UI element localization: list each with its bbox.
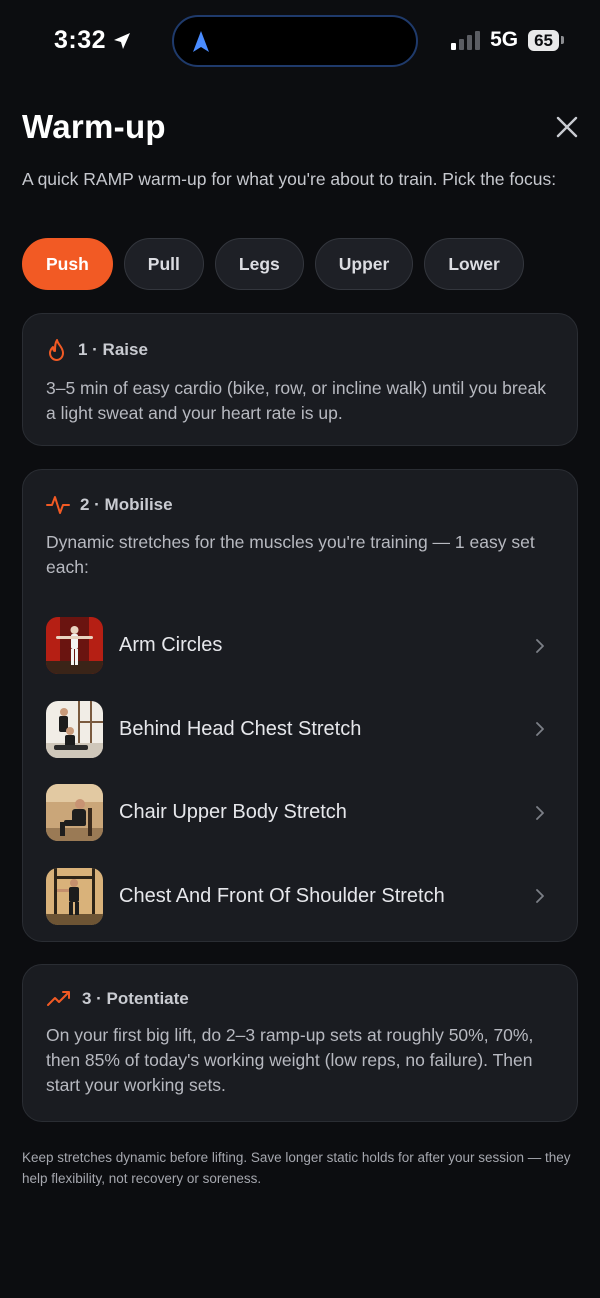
exercise-thumbnail: [46, 867, 103, 925]
navigation-icon: [193, 31, 209, 52]
exercise-thumbnail: [46, 784, 103, 842]
exercise-name: Arm Circles: [119, 634, 223, 657]
battery-icon: 65: [528, 29, 564, 51]
chip-pull[interactable]: Pull: [123, 238, 204, 290]
exercise-row-chest-and-front-of-shoulder-stretch[interactable]: Chest And Front Of Shoulder Stretch: [46, 855, 555, 939]
chip-push[interactable]: Push: [22, 238, 113, 290]
potentiate-header: 3 · Potentiate: [46, 989, 555, 1009]
raise-card: 1 · Raise 3–5 min of easy cardio (bike, …: [22, 313, 578, 446]
chevron-right-icon: [536, 638, 544, 653]
chevron-right-icon: [536, 889, 544, 904]
status-time-text: 3:32: [54, 26, 107, 54]
network-label: 5G: [490, 28, 519, 51]
footnote: Keep stretches dynamic before lifting. S…: [22, 1150, 571, 1186]
dynamic-island: [172, 15, 418, 67]
exercise-name: Behind Head Chest Stretch: [119, 717, 362, 740]
battery-level: 65: [528, 29, 559, 51]
flame-icon: [49, 339, 64, 361]
chevron-right-icon: [536, 722, 544, 737]
focus-chip-group: Push Pull Legs Upper Lower: [22, 238, 524, 290]
exercise-row-behind-head-chest-stretch[interactable]: Behind Head Chest Stretch: [46, 688, 555, 772]
potentiate-title: 3 · Potentiate: [82, 989, 189, 1008]
close-icon[interactable]: [553, 113, 581, 141]
exercise-thumbnail: [46, 617, 103, 675]
mobilise-card: 2 · Mobilise Dynamic stretches for the m…: [22, 469, 578, 942]
chip-legs[interactable]: Legs: [214, 238, 304, 290]
page-subtitle: A quick RAMP warm-up for what you're abo…: [22, 169, 557, 189]
exercise-row-chair-upper-body-stretch[interactable]: Chair Upper Body Stretch: [46, 771, 555, 855]
raise-title: 1 · Raise: [78, 340, 148, 359]
mobilise-header: 2 · Mobilise: [46, 494, 555, 516]
raise-text: 3–5 min of easy cardio (bike, row, or in…: [46, 378, 546, 423]
exercise-thumbnail: [46, 700, 103, 758]
potentiate-text: On your first big lift, do 2–3 ramp-up s…: [46, 1025, 534, 1095]
mobilise-text: Dynamic stretches for the muscles you're…: [46, 532, 535, 577]
exercise-name: Chair Upper Body Stretch: [119, 801, 347, 824]
exercise-row-arm-circles[interactable]: Arm Circles: [46, 604, 555, 688]
potentiate-card: 3 · Potentiate On your first big lift, d…: [22, 964, 578, 1122]
chip-lower[interactable]: Lower: [424, 238, 524, 290]
chevron-right-icon: [536, 805, 544, 820]
location-arrow-icon: [114, 32, 131, 49]
status-indicators: 5G 65: [451, 28, 564, 52]
signal-icon: [451, 30, 481, 50]
chip-upper[interactable]: Upper: [314, 238, 414, 290]
mobilise-title: 2 · Mobilise: [80, 495, 173, 514]
status-time: 3:32: [54, 26, 132, 55]
exercise-name: Chest And Front Of Shoulder Stretch: [119, 884, 445, 907]
exercise-list: Arm Circles Behind Head Chest Stretch Ch…: [46, 604, 555, 938]
status-bar: 3:32 5G 65: [0, 0, 600, 82]
raise-header: 1 · Raise: [46, 338, 555, 362]
trending-up-icon: [47, 991, 70, 1006]
page-title: Warm-up: [22, 108, 166, 145]
pulse-icon: [46, 496, 70, 514]
